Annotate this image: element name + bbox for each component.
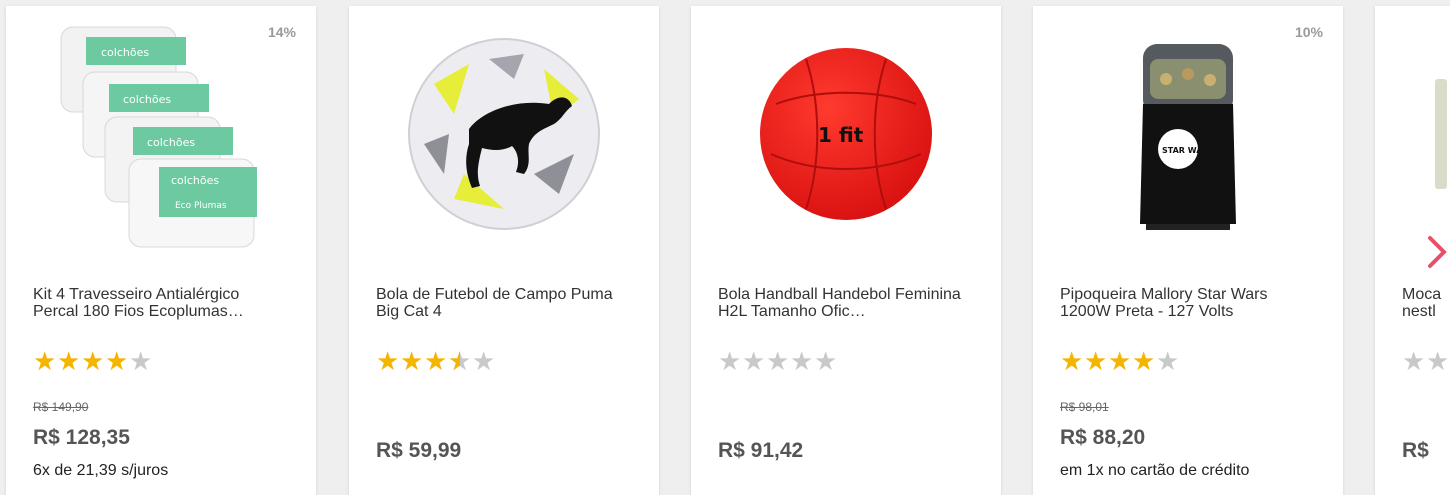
- star-wars-logo-text: STAR WARS: [1162, 146, 1215, 155]
- partial-product-image: [1435, 78, 1447, 189]
- pillow-brand-text: colchões: [123, 93, 171, 106]
- price: R$ 91,42: [718, 439, 804, 462]
- star-icon: ★: [766, 346, 790, 376]
- star-icon: ★: [424, 346, 448, 376]
- rating-stars: ★★: [1402, 346, 1450, 376]
- star-icon: ★: [105, 346, 129, 376]
- popcorn-maker-illustration: STAR WARS: [1140, 43, 1236, 230]
- rating-stars: ★★★★★: [33, 346, 153, 376]
- product-title[interactable]: Bola de Futebol de Campo Puma Big Cat 4: [376, 286, 626, 322]
- pillows-illustration: colchões colchões colchões colchões Eco …: [60, 26, 257, 247]
- star-icon: ★: [1402, 346, 1426, 376]
- product-carousel: 14% colchões colchões colchões colchões …: [0, 0, 1450, 495]
- old-price: R$ 98,01: [1060, 400, 1109, 414]
- pillow-brand-text: colchões: [101, 46, 149, 59]
- product-image-handball[interactable]: 1 fit: [691, 6, 1001, 261]
- star-icon: ★: [814, 346, 838, 376]
- star-icon: ★: [57, 346, 81, 376]
- pillow-brand-text: colchões: [171, 174, 219, 187]
- product-card[interactable]: Bola de Futebol de Campo Puma Big Cat 4 …: [349, 6, 659, 495]
- star-icon: ★: [129, 346, 153, 376]
- product-image-popcorn-maker[interactable]: STAR WARS: [1033, 6, 1343, 261]
- star-icon: ★: [33, 346, 57, 376]
- star-half-icon: ★: [448, 346, 472, 376]
- product-card[interactable]: 1 fit Bola Handball Handebol Feminina H2…: [691, 6, 1001, 495]
- star-icon: ★: [376, 346, 400, 376]
- pillow-product-text: Eco Plumas: [175, 201, 227, 211]
- rating-stars: ★★★★★: [718, 346, 838, 376]
- product-card[interactable]: 14% colchões colchões colchões colchões …: [6, 6, 316, 495]
- price: R$: [1402, 439, 1429, 462]
- product-title[interactable]: Moca nestl: [1402, 286, 1450, 322]
- rating-stars: ★★★★★: [376, 346, 496, 376]
- star-icon: ★: [1084, 346, 1108, 376]
- star-icon: ★: [790, 346, 814, 376]
- price: R$ 59,99: [376, 439, 462, 462]
- price: R$ 128,35: [33, 426, 130, 449]
- rating-stars: ★★★★★: [1060, 346, 1180, 376]
- product-title[interactable]: Bola Handball Handebol Feminina H2L Tama…: [718, 286, 968, 322]
- installments-text: em 1x no cartão de crédito: [1060, 462, 1250, 479]
- product-card[interactable]: 10% STAR WARS Pipoqueira Mallory Star Wa…: [1033, 6, 1343, 495]
- star-icon: ★: [472, 346, 496, 376]
- handball-illustration: 1 fit: [760, 47, 932, 220]
- price: R$ 88,20: [1060, 426, 1146, 449]
- installments-text: 6x de 21,39 s/juros: [33, 462, 169, 479]
- pillow-brand-text: colchões: [147, 136, 195, 149]
- star-icon: ★: [1108, 346, 1132, 376]
- handball-brand-text: 1 fit: [818, 123, 864, 147]
- product-title[interactable]: Pipoqueira Mallory Star Wars 1200W Preta…: [1060, 286, 1310, 322]
- product-image-pillows[interactable]: colchões colchões colchões colchões Eco …: [6, 6, 316, 261]
- product-image-partial[interactable]: [1375, 6, 1450, 261]
- star-icon: ★: [81, 346, 105, 376]
- product-title[interactable]: Kit 4 Travesseiro Antialérgico Percal 18…: [33, 286, 283, 322]
- soccer-ball-illustration: [408, 37, 600, 230]
- star-icon: ★: [742, 346, 766, 376]
- product-image-soccer-ball[interactable]: [349, 6, 659, 261]
- chevron-right-icon[interactable]: [1426, 232, 1450, 272]
- old-price: R$ 149,90: [33, 400, 89, 414]
- star-icon: ★: [1156, 346, 1180, 376]
- star-icon: ★: [1060, 346, 1084, 376]
- star-icon: ★: [718, 346, 742, 376]
- star-icon: ★: [1426, 346, 1450, 376]
- star-icon: ★: [1132, 346, 1156, 376]
- star-icon: ★: [400, 346, 424, 376]
